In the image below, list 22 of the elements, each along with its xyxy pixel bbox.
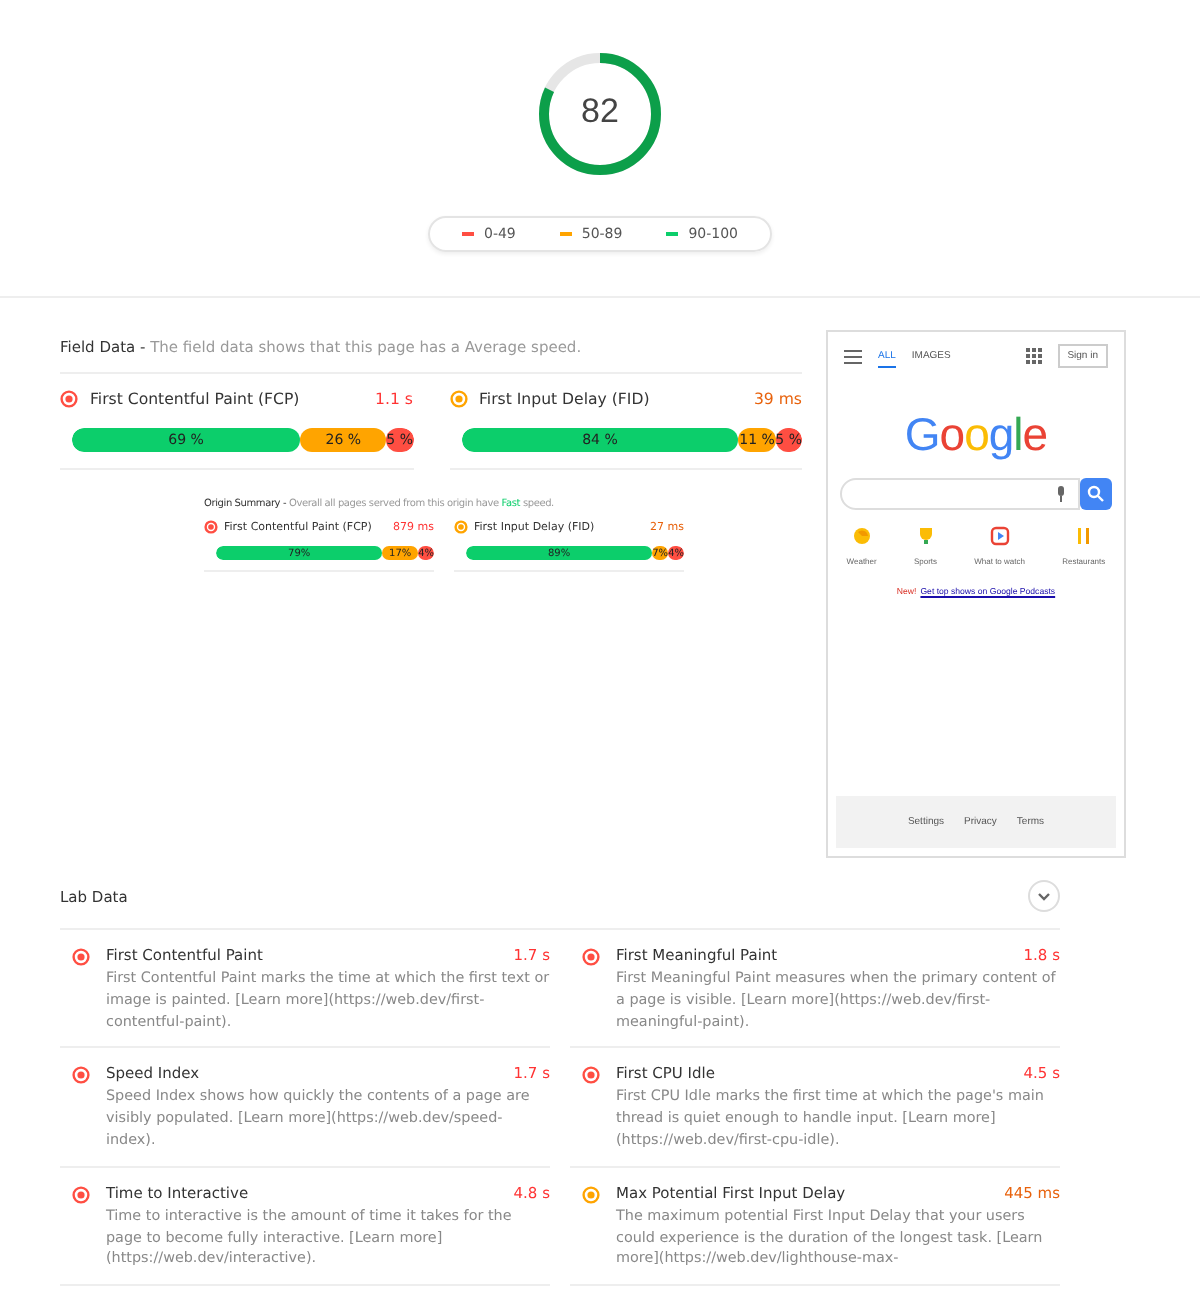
apps-grid-icon <box>1025 348 1042 364</box>
status-icon <box>454 520 468 534</box>
weather-icon <box>851 526 872 546</box>
status-icon <box>72 1185 90 1204</box>
expand-button[interactable] <box>1028 880 1060 912</box>
search-field[interactable] <box>840 478 1080 510</box>
trophy-icon <box>915 526 936 546</box>
status-icon <box>582 1185 600 1204</box>
menu-icon <box>844 349 862 363</box>
status-icon <box>582 948 600 966</box>
status-icon <box>449 390 467 408</box>
status-icon <box>204 520 218 534</box>
score-value: 82 <box>579 92 621 132</box>
microphone-icon <box>1056 486 1066 502</box>
logo: Google <box>902 408 1050 462</box>
search-button[interactable] <box>1080 478 1112 510</box>
play-icon <box>989 526 1010 546</box>
status-icon <box>60 390 78 408</box>
score-gauge <box>534 48 666 180</box>
status-icon <box>582 1066 600 1085</box>
status-icon <box>72 1066 90 1085</box>
status-icon <box>72 948 90 966</box>
